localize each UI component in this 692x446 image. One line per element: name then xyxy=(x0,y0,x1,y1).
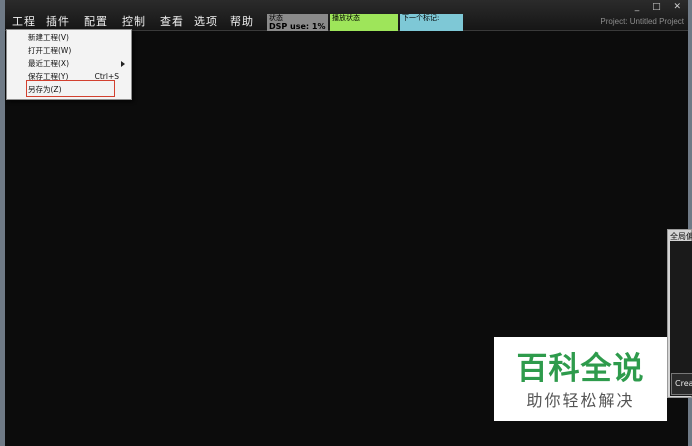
submenu-arrow-icon xyxy=(121,61,125,67)
menu-item-label: 打开工程(W) xyxy=(28,46,72,55)
menu-view[interactable]: 查看 xyxy=(160,15,184,29)
playback-status-label: 播放状态 xyxy=(332,14,360,22)
menu-item-label: 保存工程(Y) xyxy=(28,72,69,81)
window-controls[interactable]: _ □ ✕ xyxy=(635,2,686,12)
menu-item-label: 新建工程(V) xyxy=(28,33,69,42)
dsp-meter: 状态 DSP use: 1% xyxy=(267,14,328,31)
menu-item-save-project[interactable]: 保存工程(Y) Ctrl+S xyxy=(7,70,131,83)
menu-options[interactable]: 选项 xyxy=(194,15,218,29)
next-marker-label: 下一个标记: xyxy=(402,14,440,22)
menu-item-save-as[interactable]: 另存为(Z) xyxy=(7,83,131,96)
watermark-logo: 百科全说 助你轻松解决 xyxy=(494,337,667,421)
dsp-caption: 状态 xyxy=(269,14,283,22)
menu-item-shortcut: Ctrl+S xyxy=(94,72,119,81)
menu-item-label: 最近工程(X) xyxy=(28,59,69,68)
watermark-title: 百科全说 xyxy=(516,351,645,387)
menu-config[interactable]: 配置 xyxy=(84,15,108,29)
menu-bar: 工程 插件 配置 控制 查看 选项 帮助 状态 DSP use: 1% 播放状态… xyxy=(5,0,688,31)
project-dropdown-menu: 新建工程(V) 打开工程(W) 最近工程(X) 保存工程(Y) Ctrl+S 另… xyxy=(6,29,132,100)
menu-item-open-project[interactable]: 打开工程(W) xyxy=(7,44,131,57)
menu-control[interactable]: 控制 xyxy=(122,15,146,29)
menu-help[interactable]: 帮助 xyxy=(230,15,254,29)
watermark-subtitle: 助你轻松解决 xyxy=(526,391,635,410)
dsp-value: DSP use: 1% xyxy=(269,22,326,31)
menu-plugins[interactable]: 插件 xyxy=(46,15,70,29)
playback-status: 播放状态 xyxy=(330,14,398,31)
menu-item-recent-projects[interactable]: 最近工程(X) xyxy=(7,57,131,70)
side-panel: 全局偏 Crea xyxy=(667,229,692,398)
menu-item-label: 另存为(Z) xyxy=(28,85,62,94)
project-title: Project: Untitled Project xyxy=(600,17,684,26)
menu-item-new-project[interactable]: 新建工程(V) xyxy=(7,31,131,44)
create-button[interactable]: Crea xyxy=(671,373,692,395)
menu-project[interactable]: 工程 xyxy=(12,15,36,29)
next-marker-status: 下一个标记: xyxy=(400,14,463,31)
